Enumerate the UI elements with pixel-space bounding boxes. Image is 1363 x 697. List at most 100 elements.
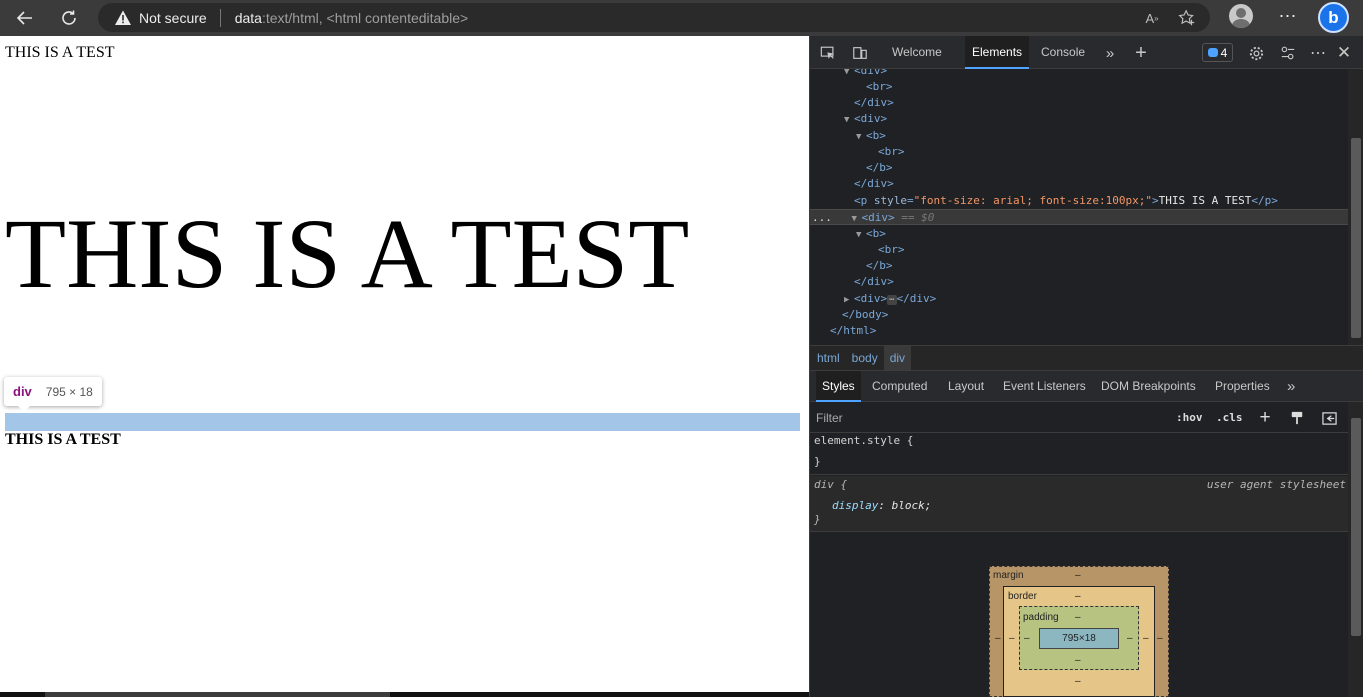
dom-tree: ▼ <div> <br> </div> ▼ <div> ▼ <b> <br> </b>… [810, 69, 1348, 345]
border-right-value[interactable]: – [1143, 633, 1149, 644]
dom-node[interactable]: ▼ <div> [844, 111, 887, 127]
tab-welcome[interactable]: Welcome [892, 36, 942, 69]
styles-filter-input[interactable] [816, 408, 1156, 428]
expand-triangle-icon[interactable]: ▼ [856, 227, 866, 243]
issues-icon [1207, 48, 1218, 57]
dom-node[interactable]: ▼ <div> [844, 69, 887, 79]
node-actions-ellipsis[interactable]: ... [810, 211, 832, 224]
tab-console[interactable]: Console [1041, 36, 1085, 69]
padding-right-value[interactable]: – [1127, 633, 1133, 644]
expand-triangle-icon[interactable]: ▼ [844, 112, 854, 128]
tab-elements[interactable]: Elements [965, 36, 1030, 69]
dom-node-collapsed[interactable]: ▶ <div> ⋯ </div> [844, 291, 936, 307]
dom-node-selected[interactable]: ... ▼ <div> == $0 [810, 209, 1348, 225]
ua-rule-source: user agent stylesheet [1206, 478, 1346, 491]
issues-badge[interactable]: 4 [1202, 43, 1233, 62]
dom-node[interactable]: </div> [854, 95, 894, 111]
devtools-tabbar: Welcome Elements Console » + 4 ⋯ ✕ [810, 36, 1363, 69]
styles-scrollbar-thumb[interactable] [1351, 418, 1361, 636]
margin-top-value[interactable]: – [1075, 570, 1081, 581]
dom-node[interactable]: </body> [842, 307, 888, 323]
bing-chat-button[interactable]: b [1318, 2, 1349, 33]
warning-icon [114, 9, 132, 27]
tab-event-listeners[interactable]: Event Listeners [1003, 371, 1086, 402]
more-subtabs-icon[interactable]: » [1287, 371, 1295, 402]
breadcrumb-html[interactable]: html [811, 346, 846, 371]
settings-more-button[interactable]: ⋯ [1276, 4, 1300, 28]
page-scrollbar-thumb[interactable] [45, 692, 390, 697]
tab-computed[interactable]: Computed [872, 371, 927, 402]
page-text-line[interactable]: THIS IS A TEST [5, 44, 115, 62]
expand-triangle-icon[interactable]: ▼ [844, 69, 854, 80]
border-bottom-value[interactable]: – [1075, 676, 1081, 687]
dom-node[interactable]: </html> [830, 323, 876, 339]
url-scheme: data [234, 9, 262, 26]
security-status[interactable]: Not secure [139, 10, 207, 26]
inspect-element-icon[interactable] [818, 43, 838, 63]
page-viewport[interactable]: THIS IS A TEST THIS IS A TEST div 795 × … [0, 36, 809, 693]
page-large-paragraph[interactable]: THIS IS A TEST [5, 194, 689, 314]
margin-right-value[interactable]: – [1157, 633, 1163, 644]
padding-left-value[interactable]: – [1024, 633, 1030, 644]
dom-scrollbar-thumb[interactable] [1351, 138, 1361, 338]
ua-rule-declaration[interactable]: display: block; [832, 498, 931, 514]
element-style-rule[interactable]: element.style { } [810, 433, 1348, 475]
paint-brush-icon[interactable] [1287, 408, 1307, 428]
refresh-button[interactable] [55, 4, 83, 32]
class-toggle-button[interactable]: .cls [1216, 408, 1243, 428]
avatar-head [1236, 8, 1246, 18]
padding-top-value[interactable]: – [1075, 612, 1081, 623]
ua-rule-selector[interactable]: div { [814, 477, 847, 493]
toggle-sidebar-icon[interactable] [1319, 408, 1339, 428]
styles-subtabs: Styles Computed Layout Event Listeners D… [810, 370, 1363, 402]
border-left-value[interactable]: – [1009, 633, 1015, 644]
dom-node[interactable]: <br> [866, 79, 893, 95]
profile-avatar[interactable] [1229, 4, 1253, 28]
element-style-selector[interactable]: element.style { [814, 433, 913, 449]
dom-node[interactable]: <br> [878, 144, 905, 160]
customize-icon[interactable] [1278, 43, 1298, 63]
devtools-panel: Welcome Elements Console » + 4 ⋯ ✕ ▼ <div… [809, 36, 1363, 697]
border-top-value[interactable]: – [1075, 591, 1081, 602]
margin-left-value[interactable]: – [995, 633, 1001, 644]
dom-node[interactable]: ▼ <b> [856, 128, 886, 144]
page-bold-text[interactable]: THIS IS A TEST [5, 431, 121, 449]
expand-triangle-icon[interactable]: ▼ [852, 211, 862, 227]
dom-node[interactable]: ▼ <b> [856, 226, 886, 242]
more-tabs-icon[interactable]: » [1100, 43, 1120, 63]
dom-node[interactable]: </b> [866, 160, 893, 176]
expand-triangle-icon[interactable]: ▼ [856, 129, 866, 145]
breadcrumb-div[interactable]: div [883, 345, 912, 371]
dom-node[interactable]: </div> [854, 274, 894, 290]
box-model-padding-label: padding [1023, 612, 1059, 623]
dom-node[interactable]: </div> [854, 176, 894, 192]
breadcrumb-body[interactable]: body [846, 346, 884, 371]
new-rule-icon[interactable]: + [1255, 407, 1275, 428]
box-model-content[interactable]: 795×18 [1039, 628, 1119, 649]
device-toolbar-icon[interactable] [850, 43, 870, 63]
dom-node-paragraph[interactable]: <p style="font-size: arial; font-size:10… [854, 193, 1278, 209]
tab-layout[interactable]: Layout [948, 371, 984, 402]
settings-gear-icon[interactable] [1246, 43, 1266, 63]
dom-node[interactable]: <br> [878, 242, 905, 258]
tab-properties[interactable]: Properties [1215, 371, 1270, 402]
dom-node[interactable]: </b> [866, 258, 893, 274]
padding-bottom-value[interactable]: – [1075, 655, 1081, 666]
box-model-margin-label: margin [993, 570, 1024, 581]
tab-dom-breakpoints[interactable]: DOM Breakpoints [1101, 371, 1196, 402]
inspect-tooltip: div 795 × 18 [4, 377, 102, 412]
hover-state-button[interactable]: :hov [1176, 408, 1203, 428]
collapse-triangle-icon[interactable]: ▶ [844, 292, 854, 308]
read-aloud-icon[interactable]: A» [1141, 7, 1163, 29]
tab-styles[interactable]: Styles [816, 371, 861, 402]
tooltip-size: 795 × 18 [45, 384, 93, 399]
add-favorite-icon[interactable] [1176, 7, 1198, 29]
address-bar[interactable]: Not secure data:text/html, <html content… [98, 3, 1210, 32]
issues-count: 4 [1220, 45, 1228, 60]
close-devtools-icon[interactable]: ✕ [1334, 43, 1354, 63]
more-options-icon[interactable]: ⋯ [1308, 43, 1328, 63]
collapsed-children-icon[interactable]: ⋯ [887, 295, 897, 305]
add-tab-icon[interactable]: + [1131, 42, 1151, 64]
user-agent-rule[interactable]: div { user agent stylesheet display: blo… [810, 476, 1348, 532]
back-button[interactable] [11, 4, 39, 32]
